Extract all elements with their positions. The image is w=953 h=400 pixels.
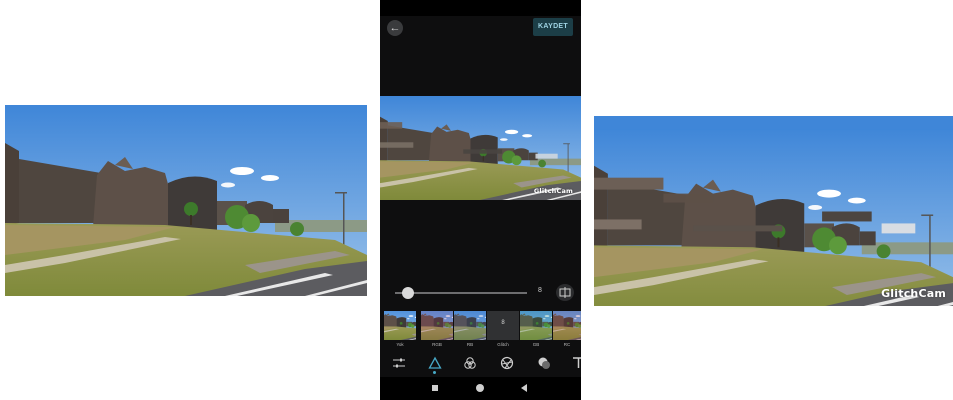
navigation-bar	[380, 377, 581, 400]
filter-strip: Yok RGB RB 8 Glitch GB RC	[384, 311, 581, 349]
slider-track[interactable]	[395, 292, 527, 294]
filter-thumbnail	[421, 311, 453, 340]
save-button[interactable]: KAYDET	[533, 18, 573, 36]
filter-label: Glitch	[497, 342, 509, 347]
glitch-tool-icon[interactable]	[428, 356, 442, 370]
filter-item-glitch[interactable]: 8 Glitch	[487, 311, 519, 349]
slider-value: 8	[538, 287, 542, 294]
filter-thumbnail	[553, 311, 581, 340]
home-icon[interactable]	[476, 384, 484, 392]
filter-thumbnail	[454, 311, 486, 340]
adjust-icon[interactable]	[392, 356, 406, 370]
filter-thumbnail	[384, 311, 416, 340]
filter-thumbnail: 8	[487, 311, 519, 340]
slider-thumb[interactable]	[402, 287, 414, 299]
filter-item-gb[interactable]: GB	[520, 311, 552, 349]
filter-label: RGB	[432, 342, 442, 347]
filter-item-rgb[interactable]: RGB	[421, 311, 453, 349]
filter-value: 8	[501, 320, 505, 326]
status-bar	[380, 0, 581, 16]
tool-bar	[380, 352, 581, 376]
edited-photo: GlitchCam	[594, 116, 953, 306]
back-icon[interactable]	[521, 384, 527, 392]
filter-item-rc[interactable]: RC	[553, 311, 581, 349]
aperture-icon[interactable]	[500, 356, 514, 370]
watermark-text: GlitchCam	[881, 287, 946, 300]
original-photo	[5, 105, 367, 296]
compare-icon[interactable]	[556, 284, 574, 301]
intensity-slider[interactable]	[395, 287, 527, 299]
filter-item-yok[interactable]: Yok	[384, 311, 416, 349]
filter-item-rb[interactable]: RB	[454, 311, 486, 349]
back-arrow-icon[interactable]: ←	[387, 20, 403, 36]
filter-label: GB	[532, 342, 540, 347]
color-circles-icon[interactable]	[463, 356, 477, 370]
filter-label: Yok	[396, 342, 404, 347]
filter-thumbnail	[520, 311, 552, 340]
text-icon[interactable]	[572, 356, 581, 370]
overlay-icon[interactable]	[537, 356, 551, 370]
filter-label: RC	[563, 342, 571, 347]
filter-label: RB	[466, 342, 474, 347]
watermark-text: GlitchCam	[533, 187, 573, 195]
preview-photo: GlitchCam	[380, 96, 581, 200]
active-tool-indicator	[433, 371, 436, 374]
recents-icon[interactable]	[432, 385, 438, 391]
phone-screen: ← KAYDET GlitchCam 8 Yok RGB RB 8 Glitch…	[380, 0, 581, 400]
